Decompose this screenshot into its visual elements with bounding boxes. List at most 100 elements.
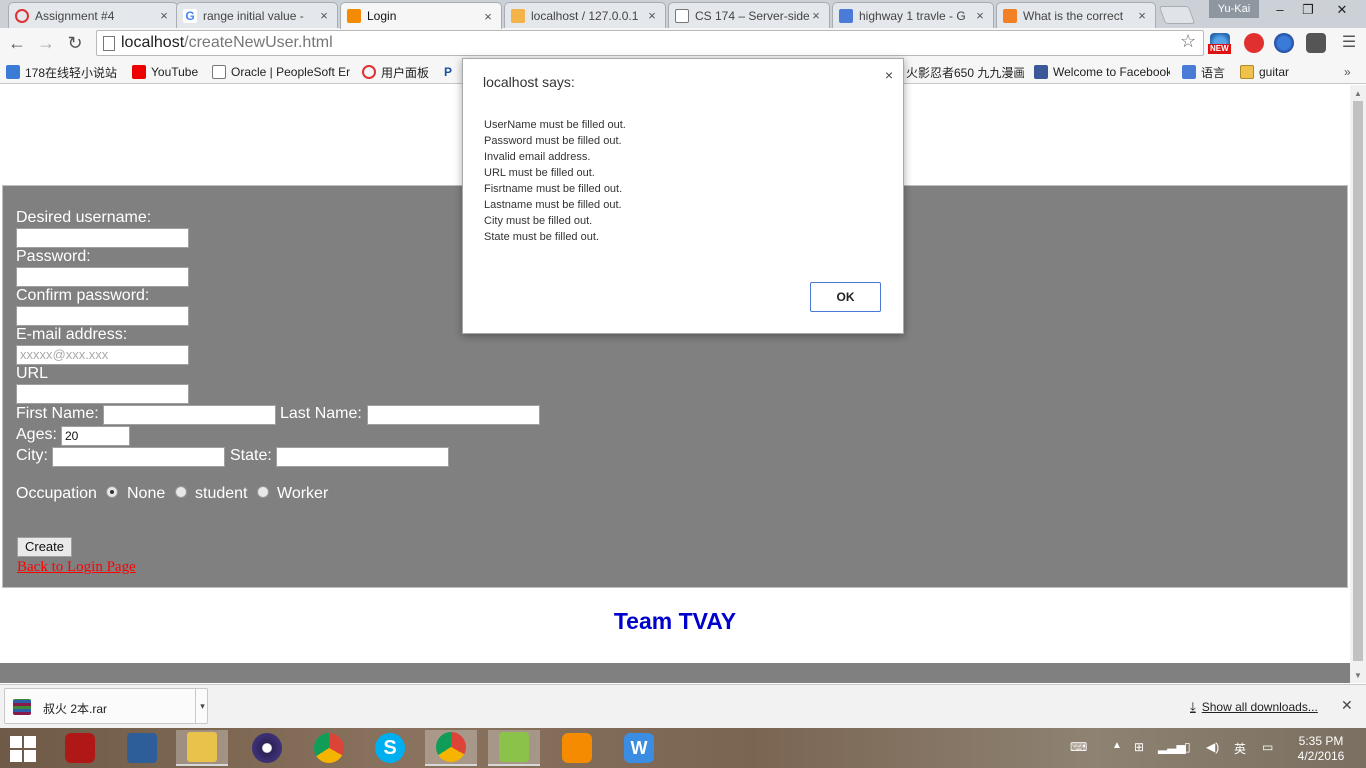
city-input[interactable] (52, 447, 225, 467)
new-tab-button[interactable] (1158, 6, 1196, 24)
download-icon: ⤓ (1190, 699, 1196, 714)
username-input[interactable] (16, 228, 189, 248)
bookmark-facebook[interactable]: Welcome to Facebook (1034, 63, 1170, 81)
confirm-password-input[interactable] (16, 306, 189, 326)
bookmarks-overflow-icon[interactable]: » (1344, 63, 1358, 81)
taskbar-explorer[interactable] (176, 730, 228, 766)
taskbar-notepad[interactable] (488, 730, 540, 766)
tab-assignment[interactable]: Assignment #4 × (8, 2, 178, 28)
profile-button[interactable]: Yu-Kai (1209, 0, 1259, 18)
action-center-icon[interactable]: ▭ (1262, 740, 1273, 754)
tab-login[interactable]: Login × (340, 2, 502, 29)
taskbar-cpanel-app[interactable] (116, 730, 168, 766)
scroll-up-icon[interactable]: ▲ (1354, 89, 1362, 98)
minimize-icon[interactable]: – (1266, 0, 1294, 20)
globe-icon[interactable] (1274, 33, 1294, 53)
occupation-worker-radio[interactable] (257, 486, 269, 498)
close-icon[interactable]: × (973, 8, 987, 23)
back-to-login-link[interactable]: Back to Login Page (17, 559, 136, 576)
url-label: URL (16, 365, 49, 382)
bookmark-label: 火影忍者650 九九漫画 (906, 65, 1024, 80)
ages-input[interactable]: 20 (61, 426, 130, 446)
volume-icon[interactable]: ◀) (1206, 740, 1219, 754)
tab-phpmyadmin[interactable]: localhost / 127.0.0.1 × (504, 2, 666, 28)
occupation-none-radio[interactable] (106, 486, 118, 498)
bookmark-naruto[interactable]: 火影忍者650 九九漫画 (906, 63, 1024, 81)
bookmark-178[interactable]: 178在线轻小说站 (6, 63, 128, 81)
battery-icon[interactable]: ▯ (1184, 740, 1191, 754)
maximize-icon[interactable]: ❐ (1294, 0, 1322, 20)
back-icon[interactable]: ← (6, 32, 28, 54)
bookmark-star-icon[interactable]: ☆ (1180, 31, 1196, 52)
taskbar-wps[interactable]: W (613, 730, 665, 766)
tab-stackoverflow[interactable]: What is the correct × (996, 2, 1156, 28)
close-icon[interactable]: × (157, 8, 171, 23)
taskbar-eclipse[interactable] (241, 730, 293, 766)
bookmark-user-panel[interactable]: 用户面板 (362, 63, 438, 81)
close-icon[interactable]: × (809, 8, 823, 23)
forward-icon[interactable]: → (35, 32, 57, 54)
dialog-title: localhost says: (483, 74, 575, 90)
windows-icon[interactable]: ⊞ (1134, 740, 1144, 754)
bookmark-language[interactable]: 语言 (1182, 63, 1232, 81)
url-input[interactable] (16, 384, 189, 404)
lastname-input[interactable] (367, 405, 540, 425)
close-icon[interactable]: × (481, 9, 495, 24)
close-icon[interactable]: × (317, 8, 331, 23)
taskbar-power-app[interactable] (54, 730, 106, 766)
wps-icon: W (624, 733, 654, 763)
occupation-student-radio[interactable] (175, 486, 187, 498)
alert-dialog: localhost says: × UserName must be fille… (462, 58, 904, 334)
state-input[interactable] (276, 447, 449, 467)
bookmark-guitar[interactable]: guitar (1240, 63, 1300, 81)
reload-icon[interactable]: ↻ (64, 32, 86, 54)
system-clock[interactable]: 5:35 PM 4/2/2016 (1282, 734, 1360, 764)
extension-new-icon[interactable]: NEW (1208, 33, 1231, 54)
bookmark-youtube[interactable]: YouTube (132, 63, 206, 81)
tab-title: localhost / 127.0.0.1 (531, 8, 639, 23)
windows-start-icon[interactable] (10, 736, 36, 762)
extension-icon[interactable] (1306, 33, 1326, 53)
ime-indicator[interactable]: 英 (1234, 740, 1246, 757)
email-input[interactable]: xxxxx@xxx.xxx (16, 345, 189, 365)
address-bar[interactable]: localhost/createNewUser.html (96, 30, 1204, 56)
dialog-close-icon[interactable]: × (885, 67, 893, 83)
shelf-close-icon[interactable]: ✕ (1341, 697, 1353, 714)
show-all-downloads-link[interactable]: ⤓ Show all downloads... (1190, 699, 1318, 715)
page-scrollbar[interactable]: ▲ ▼ (1350, 85, 1366, 683)
wifi-icon[interactable]: ▂▃▅ (1158, 740, 1186, 754)
taskbar-chrome-1[interactable] (303, 730, 355, 766)
url-text[interactable]: localhost/createNewUser.html (121, 34, 333, 52)
tab-cs174[interactable]: CS 174 – Server-side × (668, 2, 830, 28)
bookmark-label: 178在线轻小说站 (25, 65, 118, 80)
window-close-icon[interactable]: ✕ (1322, 0, 1362, 20)
xampp-icon (562, 733, 592, 763)
create-button[interactable]: Create (17, 537, 72, 557)
taskbar-xampp[interactable] (551, 730, 603, 766)
menu-icon[interactable]: ☰ (1338, 32, 1360, 54)
download-item[interactable]: 叔火 2本.rar ▾ (4, 688, 208, 724)
page-icon (675, 8, 689, 23)
opera-icon[interactable] (1244, 33, 1264, 53)
close-icon[interactable]: × (645, 8, 659, 23)
keyboard-icon[interactable]: ⌨ (1070, 740, 1087, 754)
city-label: City: (16, 447, 48, 464)
tab-highway[interactable]: highway 1 travle - G × (832, 2, 994, 28)
taskbar-chrome-2[interactable] (425, 730, 477, 766)
chevron-down-icon[interactable]: ▾ (195, 689, 209, 723)
browser-toolbar: ← → ↻ localhost/createNewUser.html ☆ NEW… (0, 28, 1366, 58)
tab-title: highway 1 travle - G (859, 8, 966, 23)
scrollbar-thumb[interactable] (1353, 101, 1363, 661)
firstname-input[interactable] (103, 405, 276, 425)
bookmark-p[interactable]: P (444, 63, 460, 81)
translate-icon (1182, 65, 1196, 79)
tray-expand-icon[interactable]: ▲ (1112, 740, 1122, 751)
scroll-down-icon[interactable]: ▼ (1354, 671, 1362, 680)
ok-button[interactable]: OK (810, 282, 881, 312)
close-icon[interactable]: × (1135, 8, 1149, 23)
taskbar-skype[interactable]: S (364, 730, 416, 766)
bookmark-oracle[interactable]: Oracle | PeopleSoft Er (212, 63, 350, 81)
password-input[interactable] (16, 267, 189, 287)
tab-range-initial-value[interactable]: G range initial value - × (176, 2, 338, 28)
dialog-message: Invalid email address. (484, 151, 591, 163)
